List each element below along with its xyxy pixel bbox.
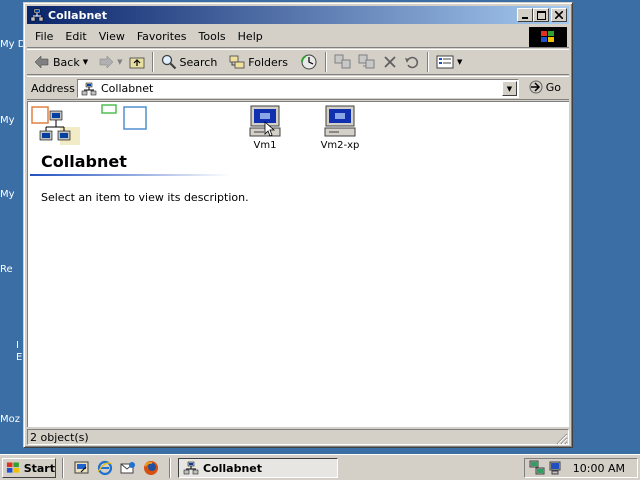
undo-icon bbox=[405, 56, 419, 69]
up-folder-button[interactable] bbox=[126, 51, 148, 73]
address-label: Address bbox=[31, 81, 75, 95]
undo-button[interactable] bbox=[401, 51, 423, 73]
desktop-icon-label-recycle-bin[interactable]: Re bbox=[0, 264, 24, 275]
folder-description: Select an item to view its description. bbox=[41, 191, 249, 204]
go-label: Go bbox=[545, 80, 561, 94]
menu-view[interactable]: View bbox=[93, 30, 131, 43]
taskbar-divider bbox=[169, 458, 171, 478]
go-arrow-icon bbox=[529, 80, 543, 94]
computer-icon bbox=[324, 105, 356, 137]
taskbar-button-label: Collabnet bbox=[203, 461, 263, 475]
maximize-icon bbox=[536, 10, 546, 20]
computer-icon bbox=[249, 105, 281, 137]
status-bar: 2 object(s) bbox=[27, 428, 569, 446]
status-object-count: 2 object(s) bbox=[30, 430, 89, 444]
back-arrow-icon bbox=[34, 55, 49, 69]
taskbar-button-collabnet[interactable]: Collabnet bbox=[178, 458, 338, 478]
back-button[interactable]: Back ▼ bbox=[31, 51, 91, 73]
item-name: Vm1 bbox=[253, 140, 277, 151]
back-label: Back bbox=[53, 55, 80, 69]
folders-label: Folders bbox=[248, 55, 289, 69]
title-bar[interactable]: Collabnet bbox=[27, 6, 569, 24]
desktop-icon-label-my-computer[interactable]: My bbox=[0, 115, 24, 126]
views-button[interactable]: ▼ bbox=[433, 51, 465, 73]
internet-explorer-icon[interactable] bbox=[97, 460, 113, 476]
move-to-icon bbox=[334, 54, 351, 69]
folder-title: Collabnet bbox=[41, 152, 127, 171]
explorer-window: Collabnet File Edit View Favorites Tools… bbox=[23, 2, 573, 448]
taskbar-divider bbox=[62, 458, 64, 478]
item-name: Vm2-xp bbox=[320, 140, 360, 151]
close-icon bbox=[555, 11, 563, 19]
show-desktop-icon[interactable] bbox=[74, 460, 90, 476]
views-dropdown-icon[interactable]: ▼ bbox=[457, 58, 462, 66]
forward-dropdown-icon[interactable]: ▼ bbox=[117, 58, 122, 66]
menu-file[interactable]: File bbox=[29, 30, 59, 43]
resize-grip-icon[interactable] bbox=[556, 433, 568, 445]
firefox-icon[interactable] bbox=[143, 460, 159, 476]
desktop-icon-label-my-network[interactable]: My bbox=[0, 189, 24, 200]
menu-bar: File Edit View Favorites Tools Help bbox=[27, 26, 569, 48]
windows-logo-icon bbox=[6, 462, 19, 473]
folders-button[interactable]: Folders bbox=[226, 51, 291, 73]
computer-item-vm2-xp[interactable]: Vm2-xp bbox=[310, 104, 370, 151]
desktop-icon-label-mozilla[interactable]: Moz bbox=[0, 414, 24, 425]
folders-icon bbox=[229, 55, 245, 69]
up-folder-icon bbox=[129, 57, 144, 69]
delete-button[interactable] bbox=[379, 51, 401, 73]
taskbar: Start Collabnet 10:00 AM bbox=[0, 454, 640, 480]
menu-help[interactable]: Help bbox=[232, 30, 269, 43]
go-button[interactable]: Go bbox=[529, 80, 561, 94]
menu-tools[interactable]: Tools bbox=[193, 30, 232, 43]
forward-arrow-icon bbox=[99, 55, 114, 69]
start-button[interactable]: Start bbox=[2, 458, 56, 478]
network-folder-icon bbox=[183, 461, 199, 475]
menu-edit[interactable]: Edit bbox=[59, 30, 92, 43]
back-dropdown-icon[interactable]: ▼ bbox=[83, 58, 88, 66]
forward-button[interactable]: ▼ bbox=[95, 51, 125, 73]
move-to-button[interactable] bbox=[331, 51, 355, 73]
menu-favorites[interactable]: Favorites bbox=[131, 30, 193, 43]
network-connection-icon[interactable] bbox=[529, 460, 545, 476]
network-connection-icon-2[interactable] bbox=[547, 460, 563, 476]
outlook-express-icon[interactable] bbox=[120, 460, 136, 476]
standard-toolbar: Back ▼ ▼ Search Folders ▼ bbox=[27, 49, 569, 75]
maximize-button[interactable] bbox=[533, 8, 549, 22]
folder-view[interactable]: Collabnet Select an item to view its des… bbox=[27, 101, 569, 427]
history-button[interactable] bbox=[297, 51, 321, 73]
address-bar: Address Collabnet ▼ Go bbox=[27, 76, 569, 100]
title-divider bbox=[30, 174, 230, 176]
minimize-icon bbox=[522, 17, 528, 19]
address-value: Collabnet bbox=[101, 82, 154, 95]
search-label: Search bbox=[179, 55, 218, 69]
system-tray: 10:00 AM bbox=[524, 458, 638, 478]
toolbar-separator bbox=[427, 52, 430, 72]
address-input[interactable]: Collabnet ▼ bbox=[77, 79, 519, 98]
windows-logo-icon bbox=[529, 27, 567, 47]
network-folder-icon bbox=[81, 82, 97, 95]
network-folder-icon bbox=[30, 8, 44, 22]
window-title: Collabnet bbox=[48, 8, 108, 22]
minimize-button[interactable] bbox=[517, 8, 533, 22]
delete-icon bbox=[384, 56, 396, 68]
copy-to-button[interactable] bbox=[355, 51, 379, 73]
desktop-icon-label-my-documents[interactable]: My D bbox=[0, 39, 24, 50]
search-button[interactable]: Search bbox=[158, 51, 221, 73]
network-banner-icon bbox=[31, 104, 147, 145]
clock[interactable]: 10:00 AM bbox=[573, 462, 625, 475]
toolbar-separator bbox=[151, 52, 154, 72]
start-label: Start bbox=[23, 461, 55, 475]
toolbar-separator bbox=[325, 52, 328, 72]
copy-to-icon bbox=[358, 54, 375, 69]
close-button[interactable] bbox=[551, 8, 567, 22]
views-icon bbox=[436, 55, 454, 69]
computer-item-vm1[interactable]: Vm1 bbox=[235, 104, 295, 151]
address-dropdown-button[interactable]: ▼ bbox=[502, 81, 517, 96]
history-icon bbox=[301, 54, 317, 70]
search-icon bbox=[161, 54, 176, 70]
